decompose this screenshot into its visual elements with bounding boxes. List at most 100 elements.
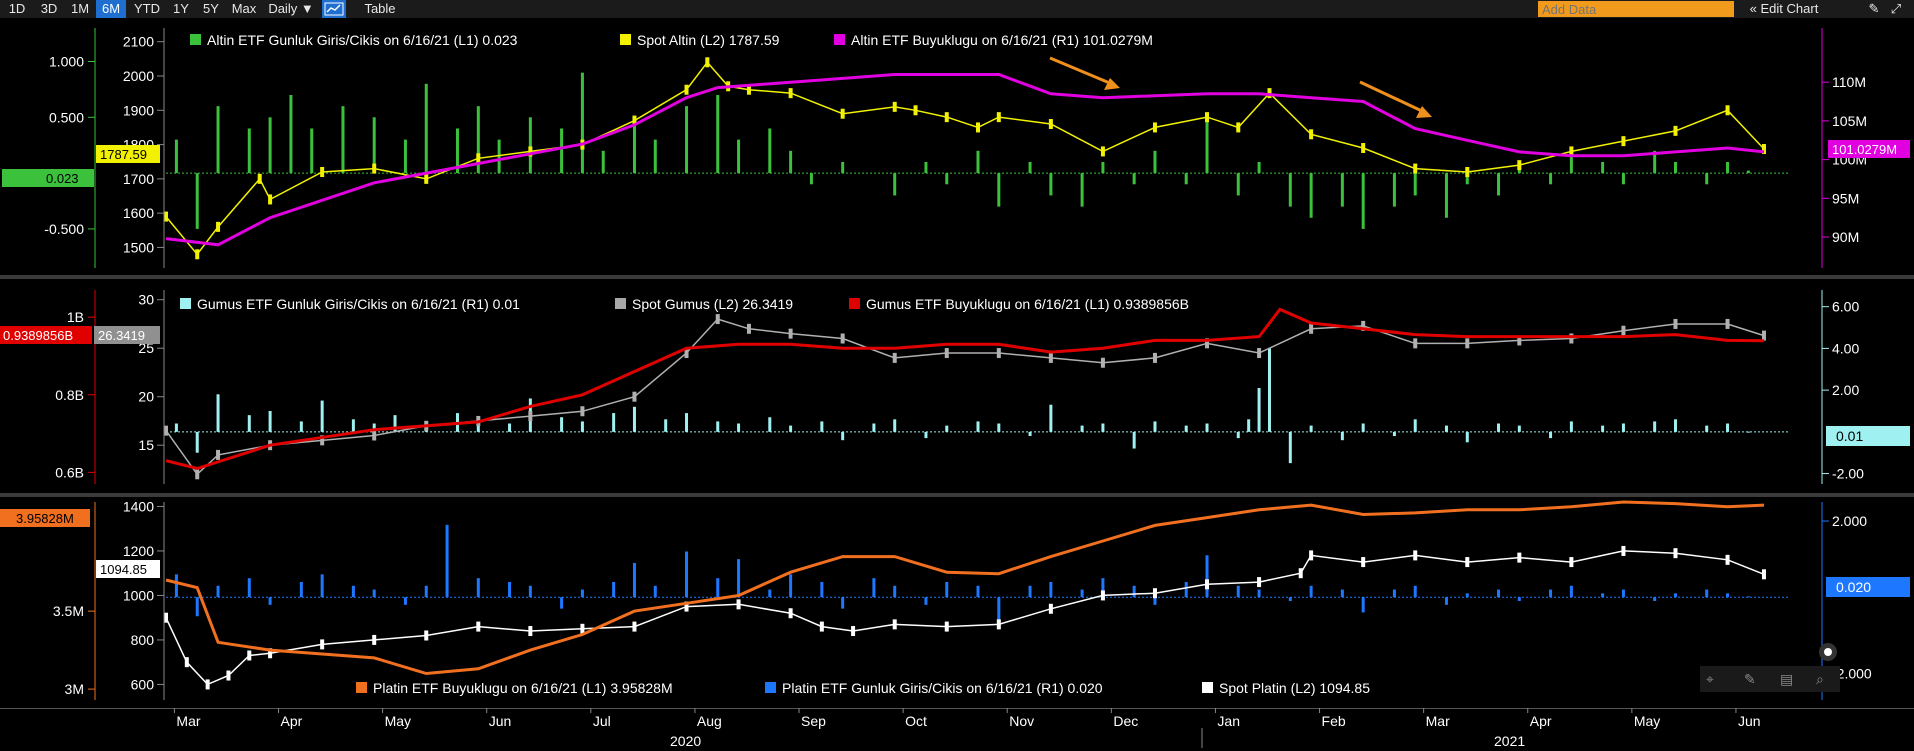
left-outer-tick-label: 0.6B: [55, 464, 84, 480]
spot-price-point: [705, 57, 710, 68]
flow-bar: [247, 415, 251, 432]
flow-bar: [351, 419, 355, 432]
spot-price-point: [257, 173, 262, 184]
spot-price-point: [424, 173, 429, 184]
flow-bar: [320, 400, 324, 432]
flow-bar: [1236, 585, 1240, 598]
spot-price-point: [1673, 548, 1678, 559]
spot-price-point: [1100, 590, 1105, 601]
flow-bar: [893, 585, 897, 598]
spot-price-point: [788, 328, 793, 339]
flow-bar: [403, 597, 407, 605]
flow-bar: [560, 597, 564, 609]
flow-bar: [1340, 431, 1344, 441]
flow-bar: [976, 585, 980, 598]
flow-bar: [1497, 423, 1501, 432]
spot-price-point: [195, 469, 200, 480]
left-outer-tick-label: 1B: [67, 309, 84, 325]
left-outer-tick-label: 0.8B: [55, 387, 84, 403]
flow-bar: [299, 421, 303, 432]
flow-bar: [1726, 423, 1730, 432]
spot-price-point: [1621, 136, 1626, 147]
axis-layer: 1.0000.500-0.500210020001900180017001600…: [44, 28, 1872, 749]
flow-bar: [1413, 585, 1417, 598]
left-inner-tick-label: 2000: [123, 68, 154, 84]
flow-bar: [268, 410, 272, 432]
crosshair-icon[interactable]: ⌖: [1706, 671, 1714, 687]
flow-bar: [1569, 585, 1573, 598]
flow-bar: [195, 431, 199, 453]
spot-price-point: [205, 679, 210, 690]
legend-swatch: [834, 34, 845, 45]
right-tick-label: 95M: [1832, 190, 1859, 206]
spot-price-point: [1569, 333, 1574, 344]
legend-label: Platin ETF Buyuklugu on 6/16/21 (L1) 3.9…: [373, 680, 673, 696]
left-inner-tick-label: 2100: [123, 34, 154, 50]
flow-bar: [1184, 173, 1188, 185]
spot-price-point: [715, 314, 720, 325]
spot-price-point: [226, 670, 231, 681]
flow-bar: [580, 589, 584, 598]
panel-divider[interactable]: [0, 493, 1914, 497]
note-icon[interactable]: ▤: [1780, 671, 1793, 687]
flow-bar: [247, 578, 251, 598]
spot-price-point: [976, 122, 980, 133]
spot-price-point: [184, 657, 189, 668]
spot-price-point: [1309, 323, 1314, 334]
flow-bar: [424, 585, 428, 598]
dot-icon: [1824, 648, 1832, 656]
year-label-2021: 2021: [1494, 733, 1525, 749]
flow-bar: [1049, 404, 1053, 432]
spot-price-point: [1257, 348, 1262, 359]
legend-swatch: [190, 34, 201, 45]
flow-bar: [1653, 597, 1657, 601]
spot-price-point: [892, 619, 897, 630]
flow-bar: [893, 419, 897, 432]
flow-bar: [976, 421, 980, 432]
legend-label: Gumus ETF Buyuklugu on 6/16/21 (L1) 0.93…: [866, 296, 1189, 312]
flow-bar: [945, 173, 949, 185]
left-inner-tick-label: 800: [131, 632, 155, 648]
flow-bar: [1288, 431, 1292, 464]
zoom-icon[interactable]: ⌕: [1816, 671, 1824, 687]
draw-icon[interactable]: ✎: [1744, 671, 1756, 687]
flow-bar: [1549, 589, 1553, 598]
platinum-legend: Platin ETF Buyuklugu on 6/16/21 (L1) 3.9…: [356, 680, 1370, 696]
flow-bar: [476, 578, 480, 598]
flow-bar: [174, 574, 178, 598]
spot-price-point: [788, 88, 793, 99]
spot-price-point: [528, 626, 533, 637]
flow-bar: [1184, 425, 1188, 432]
flow-bar: [685, 551, 689, 598]
spot-price-point: [1465, 557, 1470, 568]
flow-bar: [1705, 173, 1709, 185]
flow-bar: [1621, 423, 1625, 432]
svg-text:1094.85: 1094.85: [100, 562, 147, 577]
svg-text:26.3419: 26.3419: [98, 328, 145, 343]
chart-canvas: 1.0000.500-0.500210020001900180017001600…: [0, 28, 1914, 749]
flow-bar: [1673, 593, 1677, 598]
legend-swatch: [849, 298, 860, 309]
spot-price-point: [216, 449, 221, 460]
x-tick-label: May: [1634, 713, 1660, 729]
right-tick-label: 110M: [1832, 74, 1866, 90]
spot-price-point: [996, 348, 1001, 359]
left-inner-tick-label: 1400: [123, 498, 154, 514]
spot-price-point: [632, 391, 637, 402]
spot-price-point: [1236, 122, 1241, 133]
flow-bar: [1361, 423, 1365, 432]
x-tick-label: Apr: [1530, 713, 1552, 729]
spot-price-point: [1100, 146, 1105, 157]
silver-size-badge: 0.9389856B: [0, 326, 92, 344]
panel-divider[interactable]: [0, 275, 1914, 279]
spot-price-point: [424, 630, 429, 641]
flow-bar: [1673, 419, 1677, 432]
spot-price-point: [1517, 552, 1522, 563]
flow-bar: [1517, 597, 1521, 601]
flow-bar: [560, 417, 564, 432]
flow-bar: [1340, 589, 1344, 598]
svg-text:1787.59: 1787.59: [100, 147, 147, 162]
svg-text:0.023: 0.023: [46, 171, 79, 186]
flow-bar: [893, 173, 897, 196]
flow-bar: [1309, 585, 1313, 598]
